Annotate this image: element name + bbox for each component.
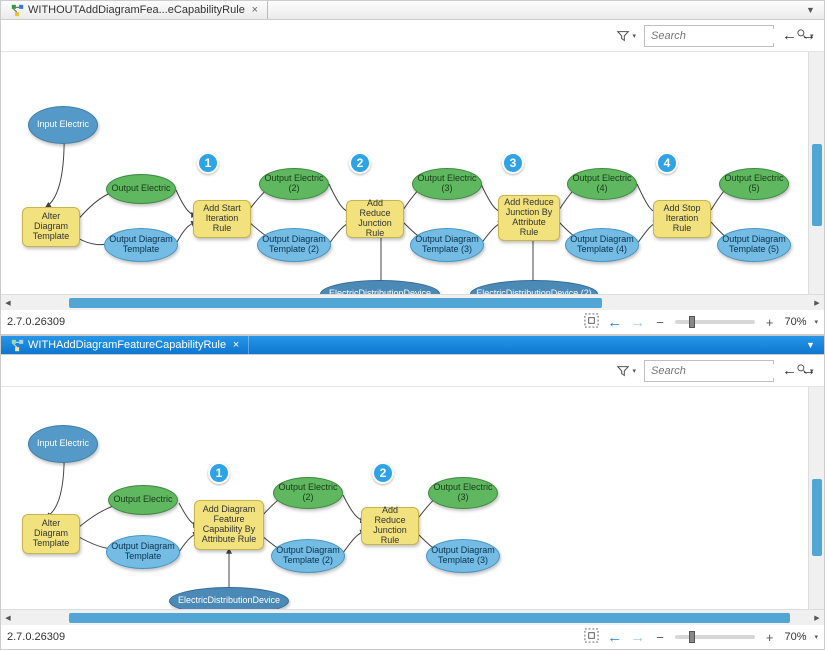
- scroll-left-icon[interactable]: ◀: [1, 297, 15, 309]
- node-output-electric-2[interactable]: Output Electric (2): [273, 477, 343, 509]
- toolbar: ▾ ▾ ← →: [1, 355, 824, 387]
- badge-2: 2: [372, 462, 394, 484]
- filter-button[interactable]: ▾: [616, 29, 636, 43]
- badge-4: 4: [656, 152, 678, 174]
- vertical-scrollbar[interactable]: [808, 52, 824, 294]
- horizontal-scrollbar[interactable]: ◀ ▶: [1, 609, 824, 625]
- zoom-in-button[interactable]: +: [763, 315, 777, 330]
- node-add-reduce-junction-rule[interactable]: Add Reduce Junction Rule: [346, 200, 404, 238]
- zoom-in-button[interactable]: +: [763, 630, 777, 645]
- node-output-diagram-template-4[interactable]: Output Diagram Template (4): [565, 228, 639, 262]
- diagram-canvas[interactable]: Input Electric Alter Diagram Template Ou…: [1, 52, 824, 294]
- scroll-right-icon[interactable]: ▶: [810, 612, 824, 624]
- statusbar: 2.7.0.26309 ← → − + 70% ▾: [1, 625, 824, 649]
- node-output-diagram-template[interactable]: Output Diagram Template: [104, 228, 178, 262]
- node-output-electric-2[interactable]: Output Electric (2): [259, 168, 329, 200]
- scrollbar-thumb[interactable]: [812, 144, 822, 226]
- zoom-percent: 70%: [784, 316, 806, 328]
- node-alter-diagram-template[interactable]: Alter Diagram Template: [22, 207, 80, 247]
- zoom-menu-button[interactable]: ▾: [814, 318, 818, 326]
- history-forward-button[interactable]: →: [630, 314, 645, 331]
- zoom-slider[interactable]: [675, 320, 755, 324]
- version-label: 2.7.0.26309: [7, 316, 65, 328]
- statusbar: 2.7.0.26309 ← → − + 70% ▾: [1, 310, 824, 334]
- node-add-start-iteration-rule[interactable]: Add Start Iteration Rule: [193, 200, 251, 238]
- node-output-electric[interactable]: Output Electric: [108, 485, 178, 515]
- pane-without: WITHOUTAddDiagramFea...eCapabilityRule ×…: [0, 0, 825, 335]
- nav-arrows: ← →: [782, 362, 816, 379]
- node-output-diagram-template-3[interactable]: Output Diagram Template (3): [426, 539, 500, 573]
- history-back-button[interactable]: ←: [607, 314, 622, 331]
- pane-with: WITHAddDiagramFeatureCapabilityRule × ▼ …: [0, 335, 825, 650]
- zoom-slider-thumb[interactable]: [689, 631, 695, 643]
- chevron-down-icon: ▾: [632, 367, 636, 375]
- search-box[interactable]: ▾: [644, 25, 774, 47]
- chevron-down-icon: ▾: [632, 32, 636, 40]
- scroll-right-icon[interactable]: ▶: [810, 297, 824, 309]
- fit-extent-button[interactable]: [584, 313, 599, 331]
- node-output-electric-5[interactable]: Output Electric (5): [719, 168, 789, 200]
- search-box[interactable]: ▾: [644, 360, 774, 382]
- node-output-electric-4[interactable]: Output Electric (4): [567, 168, 637, 200]
- nav-prev-button[interactable]: ←: [782, 362, 797, 379]
- nav-arrows: ← →: [782, 27, 816, 44]
- vertical-scrollbar[interactable]: [808, 387, 824, 609]
- node-add-stop-iteration-rule[interactable]: Add Stop Iteration Rule: [653, 200, 711, 238]
- scroll-left-icon[interactable]: ◀: [1, 612, 15, 624]
- badge-1: 1: [197, 152, 219, 174]
- zoom-slider-thumb[interactable]: [689, 316, 695, 328]
- nav-prev-button[interactable]: ←: [782, 27, 797, 44]
- pane-menu-button[interactable]: ▼: [806, 5, 820, 15]
- search-input[interactable]: [649, 29, 796, 43]
- node-input-electric[interactable]: Input Electric: [28, 106, 98, 144]
- pane-header: WITHOUTAddDiagramFea...eCapabilityRule ×…: [1, 1, 824, 20]
- badge-3: 3: [502, 152, 524, 174]
- history-back-button[interactable]: ←: [607, 629, 622, 646]
- pane-header: WITHAddDiagramFeatureCapabilityRule × ▼: [1, 336, 824, 355]
- diagram-canvas[interactable]: Input Electric Alter Diagram Template Ou…: [1, 387, 824, 609]
- close-icon[interactable]: ×: [249, 4, 261, 16]
- model-icon: [11, 339, 24, 352]
- node-add-diagram-feature-capability-by-attribute-rule[interactable]: Add Diagram Feature Capability By Attrib…: [194, 500, 264, 550]
- node-output-diagram-template-5[interactable]: Output Diagram Template (5): [717, 228, 791, 262]
- toolbar: ▾ ▾ ← →: [1, 20, 824, 52]
- pane-menu-button[interactable]: ▼: [806, 340, 820, 350]
- scrollbar-thumb[interactable]: [812, 479, 822, 556]
- node-input-electric[interactable]: Input Electric: [28, 425, 98, 463]
- zoom-out-button[interactable]: −: [653, 630, 667, 645]
- node-output-diagram-template-2[interactable]: Output Diagram Template (2): [271, 539, 345, 573]
- node-output-diagram-template-2[interactable]: Output Diagram Template (2): [257, 228, 331, 262]
- badge-1: 1: [208, 462, 230, 484]
- tab-label: WITHOUTAddDiagramFea...eCapabilityRule: [28, 4, 245, 16]
- zoom-out-button[interactable]: −: [653, 315, 667, 330]
- filter-button[interactable]: ▾: [616, 364, 636, 378]
- version-label: 2.7.0.26309: [7, 631, 65, 643]
- scrollbar-thumb[interactable]: [69, 613, 790, 623]
- node-output-diagram-template-3[interactable]: Output Diagram Template (3): [410, 228, 484, 262]
- node-output-electric-3[interactable]: Output Electric (3): [428, 477, 498, 509]
- nav-next-button[interactable]: →: [801, 362, 816, 379]
- close-icon[interactable]: ×: [230, 339, 242, 351]
- horizontal-scrollbar[interactable]: ◀ ▶: [1, 294, 824, 310]
- fit-extent-button[interactable]: [584, 628, 599, 646]
- search-input[interactable]: [649, 364, 796, 378]
- badge-2: 2: [349, 152, 371, 174]
- tab-label: WITHAddDiagramFeatureCapabilityRule: [28, 339, 226, 351]
- zoom-percent: 70%: [784, 631, 806, 643]
- nav-next-button[interactable]: →: [801, 27, 816, 44]
- node-output-electric-3[interactable]: Output Electric (3): [412, 168, 482, 200]
- zoom-menu-button[interactable]: ▾: [814, 633, 818, 641]
- zoom-slider[interactable]: [675, 635, 755, 639]
- node-add-reduce-junction-rule[interactable]: Add Reduce Junction Rule: [361, 507, 419, 545]
- node-alter-diagram-template[interactable]: Alter Diagram Template: [22, 514, 80, 554]
- tab-without[interactable]: WITHOUTAddDiagramFea...eCapabilityRule ×: [5, 1, 268, 19]
- model-icon: [11, 4, 24, 17]
- node-output-electric[interactable]: Output Electric: [106, 174, 176, 204]
- node-add-reduce-junction-by-attribute-rule[interactable]: Add Reduce Junction By Attribute Rule: [498, 195, 560, 241]
- history-forward-button[interactable]: →: [630, 629, 645, 646]
- tab-with[interactable]: WITHAddDiagramFeatureCapabilityRule ×: [5, 336, 249, 354]
- scrollbar-thumb[interactable]: [69, 298, 602, 308]
- node-electric-distribution-device[interactable]: ElectricDistributionDevice: [169, 587, 289, 609]
- node-output-diagram-template[interactable]: Output Diagram Template: [106, 535, 180, 569]
